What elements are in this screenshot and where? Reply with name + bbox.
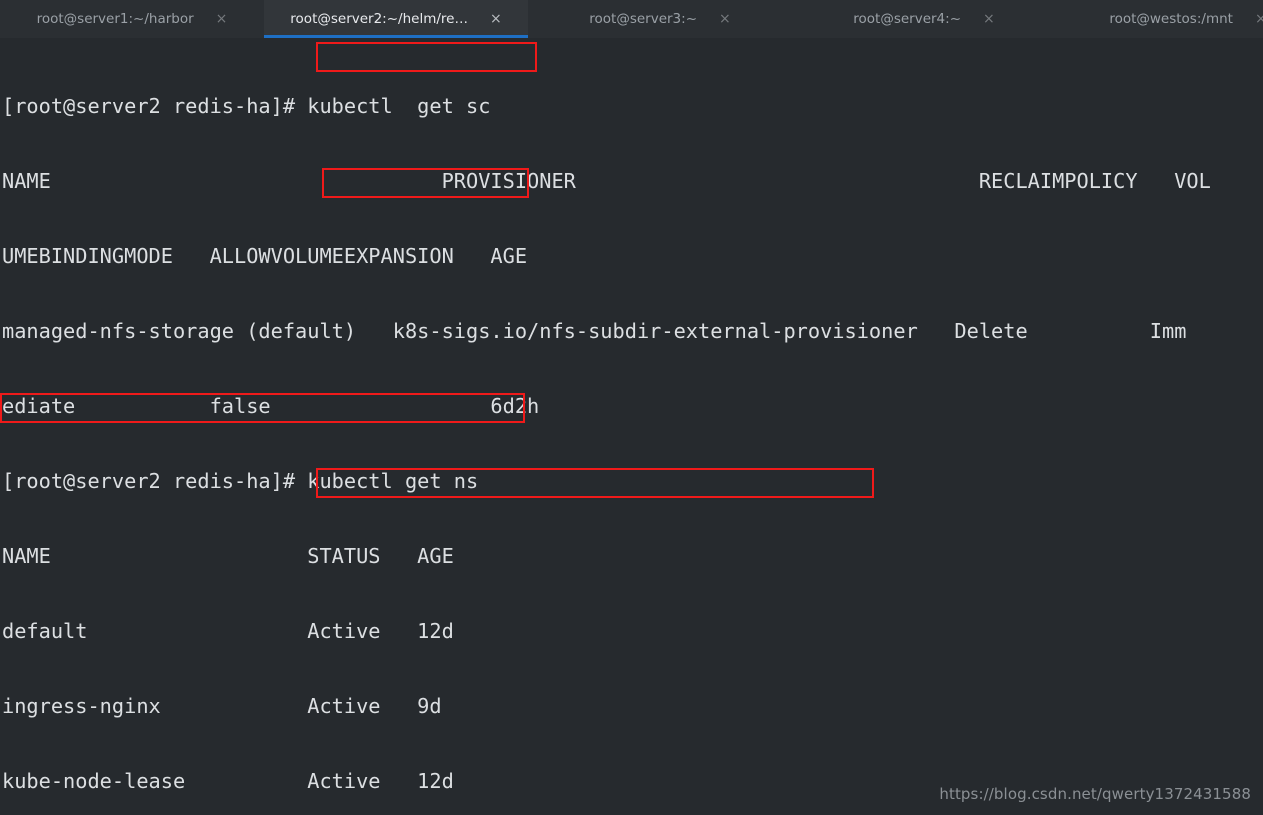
watermark: https://blog.csdn.net/qwerty1372431588 bbox=[939, 785, 1251, 803]
close-icon[interactable]: × bbox=[1255, 12, 1263, 26]
tab-bar: root@server1:~/harbor × root@server2:~/h… bbox=[0, 0, 1263, 38]
tab-label: root@server2:~/helm/re… bbox=[290, 11, 468, 27]
tab-server3[interactable]: root@server3:~ × bbox=[528, 0, 792, 38]
tab-label: root@server4:~ bbox=[853, 11, 961, 27]
terminal-window: root@server1:~/harbor × root@server2:~/h… bbox=[0, 0, 1263, 815]
close-icon[interactable]: × bbox=[983, 12, 995, 26]
terminal-line: NAME PROVISIONER RECLAIMPOLICY VOL bbox=[2, 169, 1211, 193]
tab-server4[interactable]: root@server4:~ × bbox=[792, 0, 1056, 38]
terminal-line: NAME STATUS AGE bbox=[2, 544, 454, 568]
tab-server1[interactable]: root@server1:~/harbor × bbox=[0, 0, 264, 38]
tab-label: root@server3:~ bbox=[589, 11, 697, 27]
terminal-line: [root@server2 redis-ha]# kubectl get sc bbox=[2, 94, 491, 118]
terminal-line: [root@server2 redis-ha]# kubectl get ns bbox=[2, 469, 479, 493]
terminal-body[interactable]: [root@server2 redis-ha]# kubectl get sc … bbox=[0, 38, 1263, 815]
tab-label: root@westos:/mnt bbox=[1109, 11, 1233, 27]
terminal-line: UMEBINDINGMODE ALLOWVOLUMEEXPANSION AGE bbox=[2, 244, 528, 268]
tab-label: root@server1:~/harbor bbox=[36, 11, 194, 27]
terminal-line: managed-nfs-storage (default) k8s-sigs.i… bbox=[2, 319, 1187, 343]
tab-server2[interactable]: root@server2:~/helm/re… × bbox=[264, 0, 528, 38]
terminal-line: ingress-nginx Active 9d bbox=[2, 694, 442, 718]
close-icon[interactable]: × bbox=[719, 12, 731, 26]
close-icon[interactable]: × bbox=[490, 12, 502, 26]
terminal-line: default Active 12d bbox=[2, 619, 454, 643]
close-icon[interactable]: × bbox=[216, 12, 228, 26]
terminal-line: ediate false 6d2h bbox=[2, 394, 540, 418]
terminal-output: [root@server2 redis-ha]# kubectl get sc … bbox=[2, 44, 1263, 815]
tab-westos[interactable]: root@westos:/mnt × bbox=[1056, 0, 1263, 38]
